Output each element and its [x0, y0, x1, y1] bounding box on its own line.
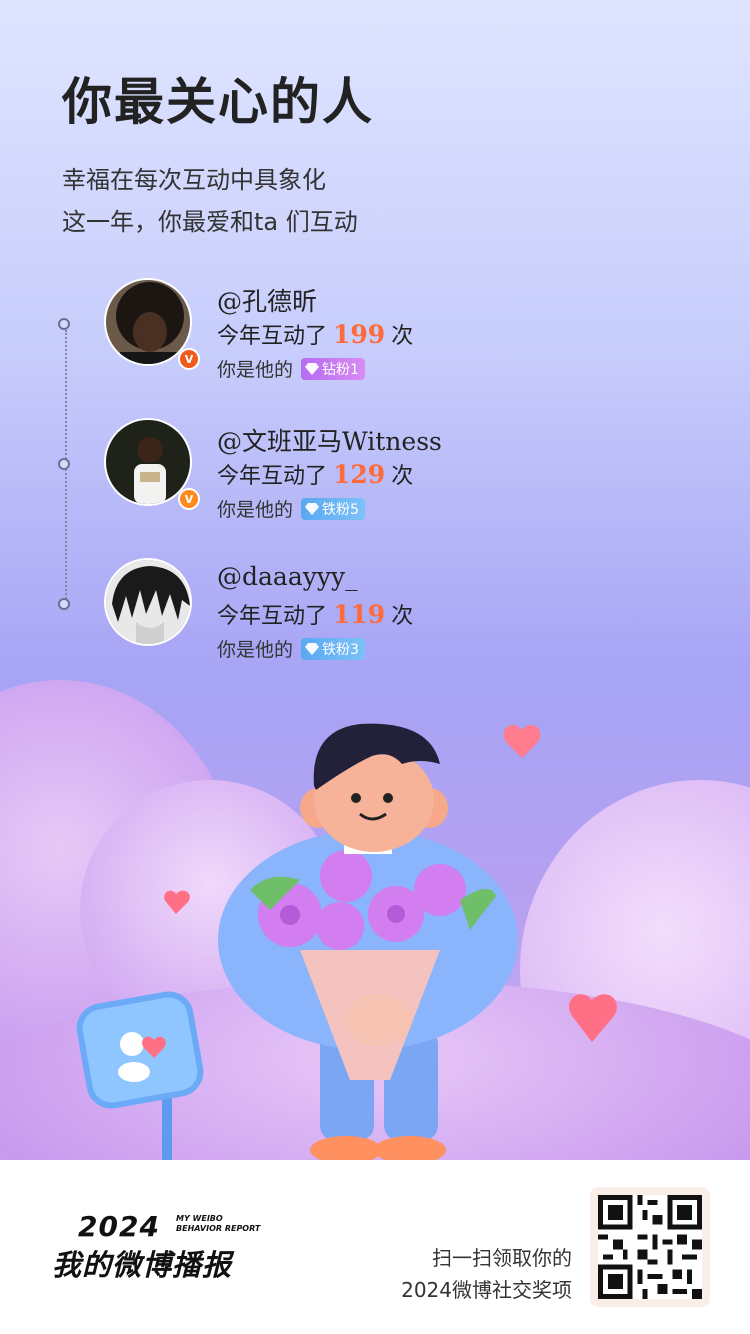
interaction-count: 今年互动了 129 次 [217, 458, 413, 490]
relation-label: 你是他的 [217, 639, 294, 661]
fan-tag-label: 钻粉1 [322, 361, 359, 378]
verified-icon: V [178, 488, 200, 510]
brand-title: 我的微博播报 [52, 1248, 233, 1282]
verified-icon: V [178, 348, 200, 370]
relation-row: 你是他的 钻粉1 [217, 355, 365, 382]
count-number: 199 [333, 320, 386, 349]
count-suffix: 次 [391, 324, 414, 349]
timeline-dot [58, 598, 70, 610]
fan-tag-label: 铁粉5 [322, 501, 359, 518]
qr-code-icon [598, 1195, 702, 1299]
timeline-dot [58, 318, 70, 330]
relation-label: 你是他的 [217, 499, 294, 521]
user-item[interactable]: V @孔德昕 今年互动了 199 次 你是他的 钻粉1 [104, 278, 664, 381]
page-title: 你最关心的人 [62, 73, 374, 131]
user-name[interactable]: @孔德昕 [217, 282, 317, 318]
user-name[interactable]: @文班亚马Witness [217, 422, 442, 458]
relation-label: 你是他的 [217, 359, 294, 381]
interaction-count: 今年互动了 199 次 [217, 318, 413, 350]
fan-tag[interactable]: 铁粉5 [301, 497, 365, 520]
brand-english-line-1: MY WEIBO [176, 1214, 223, 1223]
scan-prompt-line-1: 扫一扫领取你的 [432, 1246, 572, 1270]
subtitle-line-2: 这一年，你最爱和ta 们互动 [62, 208, 358, 236]
count-number: 129 [333, 460, 386, 489]
count-prefix: 今年互动了 [217, 604, 328, 629]
count-suffix: 次 [391, 604, 414, 629]
scan-prompt-line-2: 2024微博社交奖项 [401, 1278, 572, 1302]
interaction-count: 今年互动了 119 次 [217, 598, 413, 630]
diamond-icon [305, 362, 320, 375]
heart-icon [503, 725, 541, 758]
qr-code[interactable] [590, 1187, 710, 1307]
brand-year: 2024 [78, 1210, 160, 1243]
user-name[interactable]: @daaayyy_ [217, 562, 358, 591]
fan-tag[interactable]: 钻粉1 [301, 357, 365, 380]
avatar[interactable] [104, 558, 192, 646]
count-number: 119 [333, 600, 386, 629]
heart-icon [164, 890, 190, 914]
report-card: 你最关心的人 幸福在每次互动中具象化 这一年，你最爱和ta 们互动 V @孔德昕… [0, 0, 750, 1160]
user-item[interactable]: @daaayyy_ 今年互动了 119 次 你是他的 铁粉3 [104, 558, 664, 661]
timeline-dot [58, 458, 70, 470]
user-item[interactable]: V @文班亚马Witness 今年互动了 129 次 你是他的 铁粉5 [104, 418, 664, 521]
relation-row: 你是他的 铁粉5 [217, 495, 365, 522]
character-illustration [76, 723, 617, 1160]
fan-tag-label: 铁粉3 [322, 641, 359, 658]
count-prefix: 今年互动了 [217, 464, 328, 489]
gem-icon [305, 642, 320, 655]
fan-tag[interactable]: 铁粉3 [301, 637, 365, 660]
relation-row: 你是他的 铁粉3 [217, 635, 365, 662]
subtitle-line-1: 幸福在每次互动中具象化 [62, 166, 326, 194]
gem-icon [305, 502, 320, 515]
count-suffix: 次 [391, 464, 414, 489]
count-prefix: 今年互动了 [217, 324, 328, 349]
brand-english-line-2: BEHAVIOR REPORT [176, 1224, 261, 1233]
heart-icon [569, 994, 617, 1042]
